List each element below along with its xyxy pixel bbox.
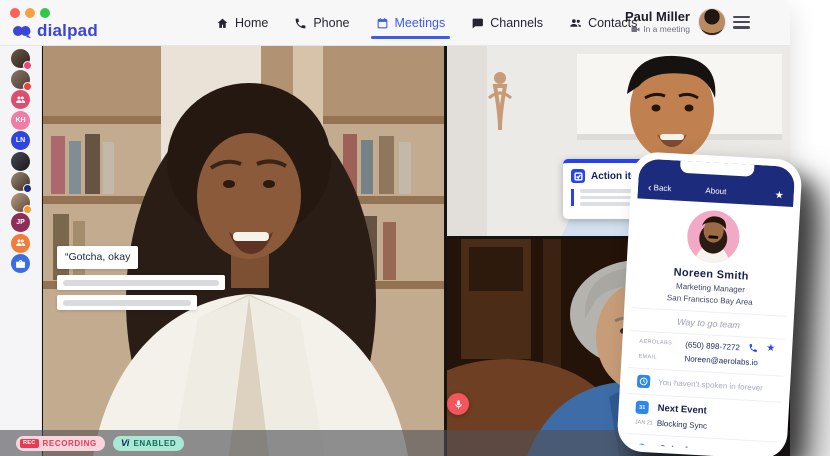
call-icon[interactable] bbox=[748, 343, 759, 354]
status-badge bbox=[23, 81, 32, 91]
recording-label: RECORDING bbox=[42, 438, 97, 448]
sidebar-avatar-list: KH LN JP bbox=[0, 46, 41, 273]
next-event-title: Next Event bbox=[657, 402, 708, 417]
phone-icon bbox=[295, 18, 306, 28]
salesforce-label: Salesforce bbox=[659, 443, 708, 453]
zoom-window-button[interactable] bbox=[40, 8, 50, 18]
nav-phone[interactable]: Phone bbox=[294, 16, 350, 30]
briefcase-icon bbox=[16, 259, 25, 268]
user-name: Paul Miller bbox=[624, 9, 690, 24]
home-icon bbox=[217, 18, 228, 28]
phone-screen: ‹ Back About ★ Noreen Smith Marketing Ma… bbox=[623, 158, 796, 453]
contacts-sidebar: KH LN JP bbox=[0, 46, 42, 456]
status-badge bbox=[23, 61, 32, 70]
favorite-star-icon[interactable]: ★ bbox=[774, 190, 784, 201]
avatar-initials: KH bbox=[15, 116, 26, 124]
nav-active-underline bbox=[370, 36, 451, 39]
nav-channels-label: Channels bbox=[490, 16, 544, 30]
vi-logo: Vi bbox=[120, 437, 130, 449]
sidebar-contact-avatar[interactable] bbox=[11, 172, 32, 193]
event-name: Blocking Sync bbox=[656, 418, 708, 431]
salesforce-cloud-icon bbox=[634, 443, 650, 453]
logo-text: dialpad bbox=[37, 21, 98, 40]
phone-page-title: About bbox=[705, 186, 727, 197]
event-date-label: JAN 21 bbox=[634, 419, 654, 427]
phone-notch bbox=[679, 160, 755, 177]
user-menu[interactable]: Paul Miller In a meeting bbox=[625, 8, 726, 36]
live-caption: “Gotcha, okay bbox=[57, 246, 139, 269]
page: dialpad Home Phone Meetings Channels Con… bbox=[0, 0, 830, 456]
sidebar-contact-avatar[interactable]: LN bbox=[11, 131, 30, 150]
rec-tag: REC bbox=[20, 438, 39, 448]
chat-icon bbox=[472, 18, 484, 28]
mute-mic-button[interactable] bbox=[447, 393, 469, 415]
nav-channels[interactable]: Channels bbox=[471, 16, 543, 30]
calendar-icon bbox=[377, 17, 387, 28]
avatar-initials: LN bbox=[15, 137, 26, 144]
sidebar-contact-avatar[interactable] bbox=[11, 151, 30, 171]
sidebar-group-avatar[interactable] bbox=[11, 90, 30, 109]
in-meeting-icon bbox=[631, 26, 640, 32]
vi-enabled-label: ENABLED bbox=[133, 438, 177, 448]
contact-identity-section: Noreen Smith Marketing Manager San Franc… bbox=[631, 198, 794, 317]
caption-text: “Gotcha, okay bbox=[65, 251, 131, 263]
avatar-initials: JP bbox=[16, 219, 25, 226]
sidebar-contact-avatar[interactable] bbox=[11, 192, 32, 214]
nav-phone-label: Phone bbox=[313, 16, 350, 30]
user-status-label: In a meeting bbox=[643, 24, 690, 34]
status-badge bbox=[23, 204, 32, 214]
caption-placeholder bbox=[57, 295, 197, 310]
nav-meetings-label: Meetings bbox=[394, 16, 446, 30]
phone-number-label: AEROLABS bbox=[639, 338, 673, 347]
user-status: In a meeting bbox=[625, 24, 690, 34]
group-icon bbox=[16, 239, 26, 247]
main-nav: Home Phone Meetings Channels Contacts bbox=[216, 0, 637, 46]
mic-icon bbox=[454, 399, 462, 409]
user-avatar[interactable] bbox=[698, 8, 726, 36]
dialpad-logo: dialpad bbox=[12, 21, 98, 41]
dialpad-logo-icon bbox=[13, 26, 31, 38]
sidebar-contact-avatar[interactable]: KH bbox=[11, 110, 30, 130]
sidebar-contact-avatar[interactable] bbox=[11, 69, 32, 91]
recording-badge: REC RECORDING bbox=[16, 435, 105, 451]
email-label: EMAIL bbox=[638, 353, 658, 361]
action-item-icon bbox=[571, 169, 585, 183]
last-contact-text: You haven't spoken in forever bbox=[657, 377, 764, 393]
email-value: Noreen@aerolabs.io bbox=[684, 354, 759, 368]
vi-enabled-badge: Vi ENABLED bbox=[112, 435, 185, 451]
sidebar-group-avatar[interactable] bbox=[11, 233, 30, 253]
sidebar-workspace-avatar[interactable] bbox=[11, 254, 30, 273]
group-icon bbox=[16, 95, 26, 103]
contact-avatar bbox=[685, 209, 741, 265]
nav-meetings[interactable]: Meetings bbox=[370, 16, 451, 39]
close-window-button[interactable] bbox=[10, 8, 20, 18]
contacts-icon bbox=[570, 18, 581, 27]
event-calendar-icon: 31 bbox=[635, 400, 650, 415]
caption-placeholder bbox=[57, 275, 225, 290]
minimize-window-button[interactable] bbox=[25, 8, 35, 18]
top-bar: dialpad Home Phone Meetings Channels Con… bbox=[0, 0, 790, 46]
nav-home-label: Home bbox=[235, 16, 269, 30]
phone-mockup: ‹ Back About ★ Noreen Smith Marketing Ma… bbox=[616, 151, 803, 456]
status-badge bbox=[23, 184, 32, 193]
hamburger-menu-icon[interactable] bbox=[733, 16, 750, 32]
favorite-number-icon[interactable]: ★ bbox=[766, 343, 776, 354]
sidebar-contact-avatar[interactable]: JP bbox=[11, 213, 30, 232]
user-info: Paul Miller In a meeting bbox=[624, 9, 690, 35]
history-clock-icon bbox=[636, 374, 651, 389]
sidebar-contact-avatar[interactable] bbox=[11, 49, 32, 70]
calendar-day: 31 bbox=[638, 404, 646, 411]
window-controls bbox=[10, 8, 50, 18]
nav-home[interactable]: Home bbox=[216, 16, 268, 30]
